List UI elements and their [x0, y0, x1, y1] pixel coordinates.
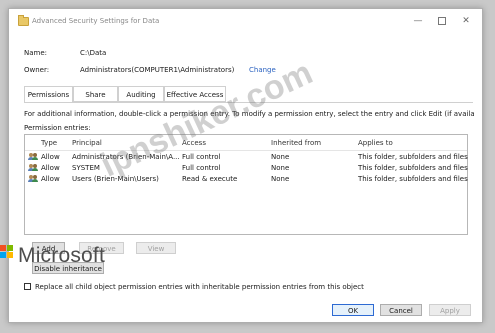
row-type: Allow [41, 175, 60, 183]
microsoft-logo-icon [0, 245, 14, 259]
logo-red-square [0, 245, 6, 251]
column-type[interactable]: Type [41, 139, 57, 147]
row-inherited: None [271, 153, 290, 161]
owner-value: Administrators(COMPUTER1\Administrators) [80, 66, 235, 74]
permissions-description: For additional information, double-click… [24, 110, 474, 118]
maximize-icon [438, 16, 446, 25]
row-principal: SYSTEM [72, 164, 100, 172]
change-owner-link[interactable]: Change [249, 66, 276, 74]
table-row[interactable]: Allow Users (Brien-Main\Users) Read & ex… [25, 174, 468, 184]
window-title: Advanced Security Settings for Data [32, 17, 160, 25]
permission-entries-list[interactable]: Type Principal Access Inherited from App… [24, 134, 468, 235]
tab-strip: Permissions Share Auditing Effective Acc… [24, 86, 474, 103]
permission-entries-label: Permission entries: [24, 124, 91, 132]
apply-button[interactable]: Apply [429, 304, 471, 316]
users-icon [28, 164, 38, 171]
row-principal: Users (Brien-Main\Users) [72, 175, 159, 183]
users-icon [28, 175, 38, 182]
cancel-button[interactable]: Cancel [380, 304, 422, 316]
row-access: Full control [182, 164, 221, 172]
title-bar: Advanced Security Settings for Data — ✕ [9, 9, 482, 33]
row-applies: This folder, subfolders and files [358, 175, 468, 183]
table-row[interactable]: Allow SYSTEM Full control None This fold… [25, 163, 468, 173]
maximize-button[interactable] [430, 13, 454, 29]
row-principal: Administrators (Brien-Main\A... [72, 153, 180, 161]
row-inherited: None [271, 175, 290, 183]
microsoft-wordmark: Microsoft [18, 244, 105, 267]
column-inherited-from[interactable]: Inherited from [271, 139, 321, 147]
row-access: Read & execute [182, 175, 238, 183]
column-principal[interactable]: Principal [72, 139, 102, 147]
row-applies: This folder, subfolders and files [358, 153, 468, 161]
table-row[interactable]: Allow Administrators (Brien-Main\A... Fu… [25, 152, 468, 162]
column-applies-to[interactable]: Applies to [358, 139, 393, 147]
name-label: Name: [24, 49, 48, 57]
row-applies: This folder, subfolders and files [358, 164, 468, 172]
name-value: C:\Data [80, 49, 107, 57]
row-type: Allow [41, 164, 60, 172]
logo-blue-square [0, 252, 6, 258]
users-icon [28, 153, 38, 160]
tab-share[interactable]: Share [73, 86, 118, 102]
minimize-button[interactable]: — [406, 13, 430, 29]
replace-child-permissions-label: Replace all child object permission entr… [35, 283, 364, 291]
ok-button[interactable]: OK [332, 304, 374, 316]
tab-divider [24, 102, 473, 103]
advanced-security-window: Advanced Security Settings for Data — ✕ … [8, 8, 483, 323]
view-button[interactable]: View [136, 242, 176, 254]
tab-auditing[interactable]: Auditing [118, 86, 164, 102]
row-access: Full control [182, 153, 221, 161]
row-inherited: None [271, 164, 290, 172]
row-type: Allow [41, 153, 60, 161]
list-header: Type Principal Access Inherited from App… [25, 135, 467, 151]
replace-child-permissions-checkbox[interactable] [24, 283, 31, 290]
owner-label: Owner: [24, 66, 50, 74]
column-access[interactable]: Access [182, 139, 206, 147]
close-button[interactable]: ✕ [454, 13, 478, 29]
folder-icon [18, 15, 29, 26]
logo-yellow-square [7, 252, 13, 258]
tab-permissions[interactable]: Permissions [24, 86, 73, 103]
tab-effective-access[interactable]: Effective Access [164, 86, 226, 102]
logo-green-square [7, 245, 13, 251]
